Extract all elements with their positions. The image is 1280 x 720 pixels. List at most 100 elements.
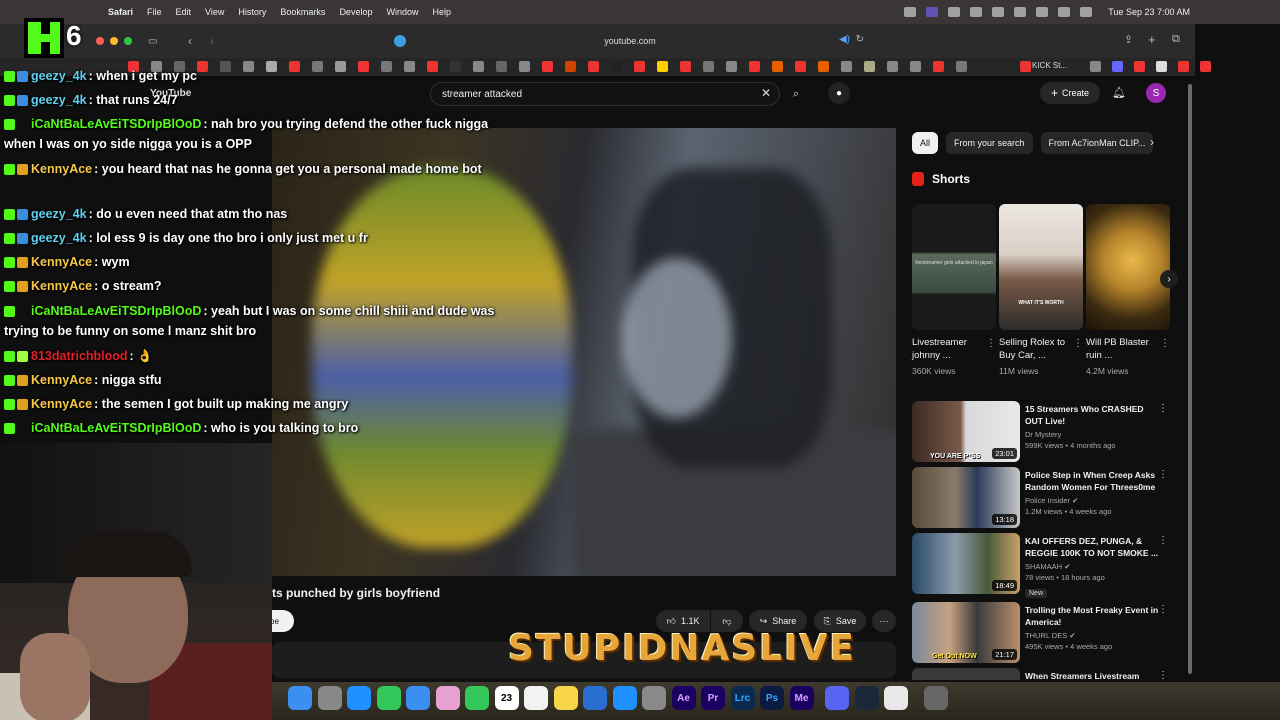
bookmark-favicon-icon[interactable] — [749, 61, 760, 72]
menu-history[interactable]: History — [238, 7, 266, 17]
related-video-channel[interactable]: THURL DES ✔ — [1025, 631, 1160, 640]
menu-file[interactable]: File — [147, 7, 162, 17]
short-thumbnail[interactable] — [1086, 204, 1170, 330]
app-store-dock-icon[interactable] — [612, 686, 637, 710]
bookmark-favicon-icon[interactable] — [841, 61, 852, 72]
menu-window[interactable]: Window — [386, 7, 418, 17]
wifi-icon[interactable] — [1036, 7, 1049, 17]
related-video-thumbnail[interactable] — [912, 668, 1020, 680]
menu-bookmarks[interactable]: Bookmarks — [280, 7, 325, 17]
bookmark-favicon-icon[interactable] — [1134, 61, 1145, 72]
notifications-bell-icon[interactable]: 🔔︎ — [1112, 86, 1126, 99]
bookmark-favicon-icon[interactable] — [1020, 61, 1031, 72]
more-actions-button[interactable]: ⋯ — [872, 610, 896, 632]
photos-dock-icon[interactable] — [435, 686, 460, 710]
related-video[interactable]: 18:49 KAI OFFERS DEZ, PUNGA, & REGGIE 10… — [912, 533, 1172, 598]
short-thumbnail[interactable]: livestreamer gets attacked in japan — [912, 204, 996, 330]
new-tab-icon[interactable]: + — [1148, 32, 1156, 47]
related-video-thumbnail[interactable]: 18:49 — [912, 533, 1020, 594]
bookmark-favicon-icon[interactable] — [1178, 61, 1189, 72]
bookmark-favicon-icon[interactable] — [634, 61, 645, 72]
bookmark-favicon-icon[interactable] — [542, 61, 553, 72]
short-card[interactable]: Will PB Blaster ruin ... 4.2M views ⋮ — [1086, 204, 1170, 376]
me-dock-icon[interactable]: Me — [789, 686, 814, 710]
bookmark-favicon-icon[interactable] — [726, 61, 737, 72]
reminders-dock-icon[interactable] — [524, 686, 548, 710]
short-card[interactable]: WHAT IT'S WORTH Selling Rolex to Buy Car… — [999, 204, 1083, 376]
steam-status-icon[interactable] — [970, 7, 983, 17]
share-page-icon[interactable]: ⇪ — [1124, 33, 1133, 46]
menu-edit[interactable]: Edit — [176, 7, 192, 17]
chat-username[interactable]: KennyAce — [31, 279, 92, 293]
bookmark-favicon-icon[interactable] — [933, 61, 944, 72]
bookmark-favicon-icon[interactable] — [703, 61, 714, 72]
calendar-dock-icon[interactable]: 23 — [494, 686, 519, 710]
audio-playing-icon[interactable]: ◀) — [839, 34, 850, 45]
bookmark-favicon-icon[interactable] — [818, 61, 829, 72]
short-title[interactable]: Livestreamer johnny ... — [912, 336, 984, 362]
finder-dock-icon[interactable] — [288, 686, 312, 710]
bookmark-favicon-icon[interactable] — [588, 61, 599, 72]
lrc-dock-icon[interactable]: Lrc — [730, 686, 755, 710]
steam-dock-icon[interactable] — [854, 686, 879, 710]
trash-dock-icon[interactable] — [923, 686, 948, 710]
back-icon[interactable]: ‹ — [188, 34, 192, 48]
video-menu-icon[interactable]: ⋮ — [1158, 604, 1168, 615]
shorts-next-icon[interactable]: › — [1160, 270, 1178, 288]
short-title[interactable]: Will PB Blaster ruin ... — [1086, 336, 1158, 362]
control-center-icon[interactable] — [1080, 7, 1093, 17]
sidebar-toggle-icon[interactable]: ▭ — [148, 36, 157, 47]
reload-icon[interactable]: ↻ — [856, 34, 864, 45]
bookmark-favicon-icon[interactable] — [657, 61, 668, 72]
related-video[interactable]: Get Out NOW 21:17 Trolling the Most Frea… — [912, 602, 1172, 664]
facetime-dock-icon[interactable] — [465, 686, 489, 710]
menubar-clock[interactable]: Tue Sep 23 7:00 AM — [1108, 7, 1190, 17]
create-button[interactable]: + Create — [1040, 82, 1100, 104]
discord-status-icon[interactable] — [948, 7, 961, 17]
related-video[interactable]: 13:18 Police Step in When Creep Asks Ran… — [912, 467, 1172, 529]
play-status-icon[interactable] — [992, 7, 1005, 17]
spotlight-search-icon[interactable] — [1058, 7, 1071, 17]
chip-all[interactable]: All — [912, 132, 939, 154]
battery-icon[interactable] — [1014, 7, 1027, 17]
clear-search-icon[interactable]: ✕ — [761, 86, 771, 100]
short-card[interactable]: livestreamer gets attacked in japan Live… — [912, 204, 996, 376]
address-bar[interactable]: youtube.com ◀) ↻ — [390, 31, 870, 51]
messages-dock-icon[interactable] — [376, 686, 401, 710]
menu-develop[interactable]: Develop — [339, 7, 372, 17]
chat-username[interactable]: iCaNtBaLeAvEiTSDrIpBlOoD — [31, 421, 201, 435]
related-video-channel[interactable]: Dr Mystery — [1025, 430, 1160, 439]
video-menu-icon[interactable]: ⋮ — [1158, 403, 1168, 414]
mail-dock-icon[interactable] — [406, 686, 430, 710]
screen-share-icon[interactable] — [926, 7, 939, 17]
discord-dock-icon[interactable] — [825, 686, 849, 710]
short-menu-icon[interactable]: ⋮ — [1073, 338, 1083, 349]
related-video-title[interactable]: When Streamers Livestream — [1025, 670, 1160, 680]
bookmark-favicon-icon[interactable] — [795, 61, 806, 72]
minimize-window-icon[interactable] — [110, 37, 118, 45]
bookmark-favicon-icon[interactable] — [1200, 61, 1211, 72]
related-video-thumbnail[interactable]: 13:18 — [912, 467, 1020, 528]
related-video-channel[interactable]: Police Insider ✔ — [1025, 496, 1160, 505]
page-scrollbar[interactable] — [1187, 76, 1193, 680]
related-video-thumbnail[interactable]: YOU ARE P*SS 23:01 — [912, 401, 1020, 462]
bookmark-favicon-icon[interactable] — [887, 61, 898, 72]
bookmark-favicon-icon[interactable] — [1112, 61, 1123, 72]
chrome-dock-icon[interactable] — [884, 686, 908, 710]
bookmark-favicon-icon[interactable] — [680, 61, 691, 72]
short-thumbnail[interactable]: WHAT IT'S WORTH — [999, 204, 1083, 330]
notes-dock-icon[interactable] — [553, 686, 578, 710]
bookmark-favicon-icon[interactable] — [956, 61, 967, 72]
launchpad-dock-icon[interactable] — [317, 686, 342, 710]
search-icon[interactable]: ⌕ — [784, 82, 808, 106]
bookmark-favicon-icon[interactable] — [565, 61, 576, 72]
microphone-icon[interactable]: ● — [828, 82, 850, 104]
bookmark-favicon-icon[interactable] — [519, 61, 530, 72]
scrollbar-thumb[interactable] — [1188, 84, 1192, 674]
menu-app-name[interactable]: Safari — [108, 7, 133, 17]
chips-next-icon[interactable]: › — [1150, 135, 1154, 149]
account-avatar[interactable]: S — [1146, 83, 1166, 103]
bookmark-favicon-icon[interactable] — [772, 61, 783, 72]
chat-username[interactable]: 813datrichblood — [31, 349, 128, 363]
zoom-window-icon[interactable] — [124, 37, 132, 45]
